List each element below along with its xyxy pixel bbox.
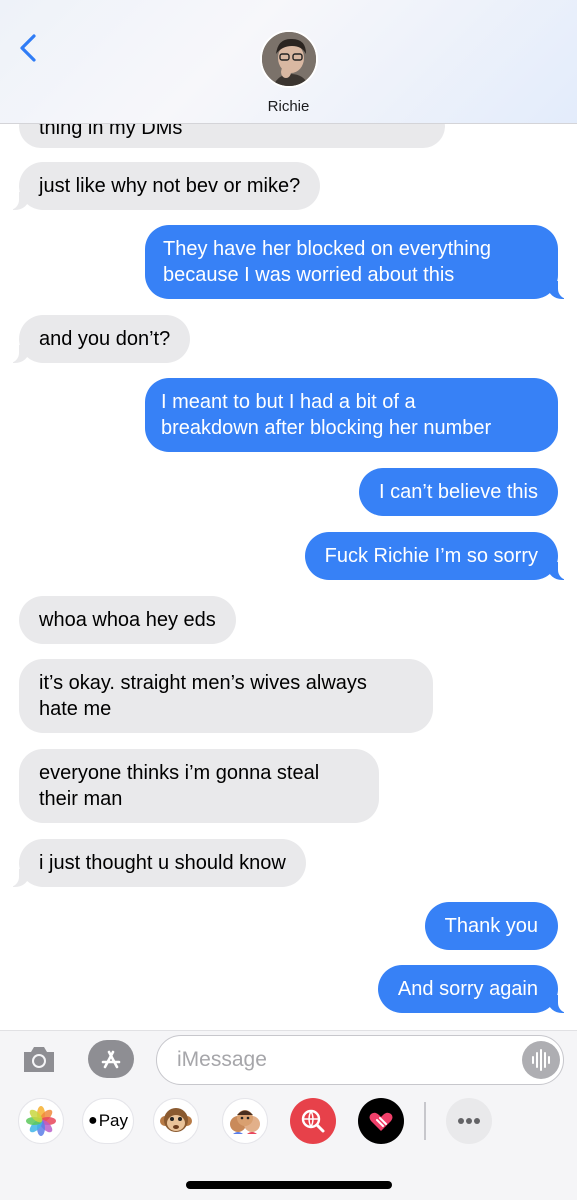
back-button[interactable]	[14, 30, 44, 66]
waveform-icon	[532, 1049, 550, 1071]
sent-message[interactable]: I meant to but I had a bit of a breakdow…	[145, 378, 558, 452]
contact-name[interactable]: Richie	[0, 98, 577, 115]
apple-pay-label: Pay	[98, 1111, 128, 1130]
memoji-button[interactable]	[222, 1098, 268, 1144]
message-text: I can’t believe this	[379, 481, 538, 503]
app-store-icon	[101, 1050, 121, 1069]
digital-touch-button[interactable]	[358, 1098, 404, 1144]
sent-message[interactable]: Fuck Richie I’m so sorry	[304, 532, 573, 580]
chevron-left-icon	[20, 34, 36, 62]
sent-message[interactable]: And sorry again	[377, 965, 573, 1013]
message-text-line: breakdown after blocking her number	[161, 417, 492, 439]
sent-message[interactable]: Thank you	[424, 902, 558, 950]
imessage-app-strip: ● Pay	[0, 1098, 577, 1146]
app-strip-divider	[424, 1102, 426, 1140]
message-input[interactable]	[156, 1035, 564, 1085]
message-text: just like why not bev or mike?	[39, 175, 301, 197]
message-text-line: hate me	[39, 698, 112, 720]
message-text-line: They have her blocked on everything	[163, 238, 491, 260]
photos-icon	[26, 1106, 56, 1136]
message-text: Thank you	[444, 915, 538, 937]
search-globe-icon	[301, 1109, 325, 1133]
heart-touch-icon	[369, 1112, 393, 1131]
received-message[interactable]: whoa whoa hey eds	[19, 596, 236, 644]
message-text-line: I meant to but I had a bit of a	[161, 391, 416, 413]
received-message[interactable]: i just thought u should know	[5, 839, 306, 887]
audio-message-button[interactable]	[522, 1041, 560, 1079]
more-apps-button[interactable]	[446, 1098, 492, 1144]
contact-avatar[interactable]	[260, 30, 318, 88]
message-text: whoa whoa hey eds	[39, 609, 216, 631]
message-text-line: it’s okay. straight men’s wives always	[39, 672, 367, 694]
message-text-line: everyone thinks i’m gonna steal	[39, 762, 320, 784]
animoji-button[interactable]	[153, 1098, 199, 1144]
sent-message[interactable]: They have her blocked on everything beca…	[145, 225, 572, 299]
received-message[interactable]: everyone thinks i’m gonna steal their ma…	[19, 749, 379, 823]
received-message[interactable]: just like why not bev or mike?	[4, 162, 321, 210]
ellipsis-icon	[458, 1118, 480, 1124]
message-text: and you don’t?	[39, 328, 171, 350]
memoji-stickers-icon	[230, 1110, 260, 1134]
sent-message[interactable]: I can’t believe this	[359, 468, 558, 516]
received-message[interactable]: and you don’t?	[4, 315, 191, 363]
conversation-header: Richie	[0, 0, 577, 124]
monkey-icon	[160, 1108, 192, 1132]
received-message[interactable]: it’s okay. straight men’s wives always h…	[19, 659, 433, 733]
message-text: i just thought u should know	[39, 852, 286, 874]
message-text: Fuck Richie I’m so sorry	[324, 545, 538, 567]
apple-pay-button[interactable]: ● Pay	[82, 1098, 134, 1144]
message-thread[interactable]: thing in my DMs just like why not bev or…	[0, 0, 577, 1030]
apple-logo-icon: ●	[88, 1112, 98, 1129]
camera-button[interactable]	[20, 1040, 58, 1078]
message-text-line: because I was worried about this	[163, 264, 455, 286]
message-text: And sorry again	[397, 978, 538, 1000]
photos-app-button[interactable]	[18, 1098, 64, 1144]
image-search-button[interactable]	[290, 1098, 336, 1144]
message-text-line: their man	[39, 788, 123, 810]
home-indicator[interactable]	[186, 1181, 392, 1189]
app-store-button[interactable]	[88, 1040, 134, 1078]
camera-icon	[24, 1047, 54, 1072]
avatar-photo-icon	[262, 32, 316, 86]
